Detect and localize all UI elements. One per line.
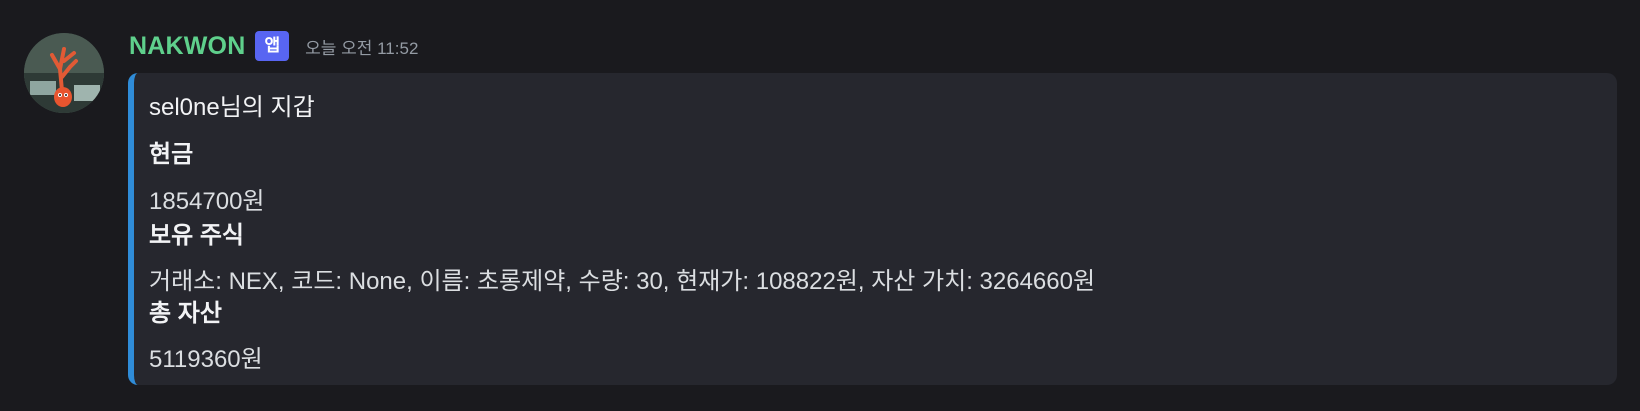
- field-value-stocks: 거래소: NEX, 코드: None, 이름: 초롱제약, 수량: 30, 현재…: [149, 268, 1096, 295]
- message-header: NAKWON 앱 오늘 오전 11:52: [129, 28, 418, 64]
- wallet-embed: sel0ne님의 지갑 현금 1854700원 보유 주식 거래소: NEX, …: [128, 73, 1617, 385]
- app-badge: 앱: [255, 31, 290, 61]
- timestamp[interactable]: 오늘 오전 11:52: [305, 34, 418, 59]
- username[interactable]: NAKWON: [129, 32, 245, 61]
- field-name-total-assets: 총 자산: [149, 300, 222, 327]
- embed-title: sel0ne님의 지갑: [149, 94, 315, 121]
- chat-message: NAKWON 앱 오늘 오전 11:52 sel0ne님의 지갑 현금 1854…: [0, 0, 1640, 411]
- coral-character-icon: [24, 33, 104, 113]
- field-name-cash: 현금: [149, 141, 194, 168]
- field-value-cash: 1854700원: [149, 188, 265, 215]
- field-value-total-assets: 5119360원: [149, 346, 263, 373]
- avatar[interactable]: [24, 33, 104, 113]
- field-name-stocks: 보유 주식: [149, 222, 244, 249]
